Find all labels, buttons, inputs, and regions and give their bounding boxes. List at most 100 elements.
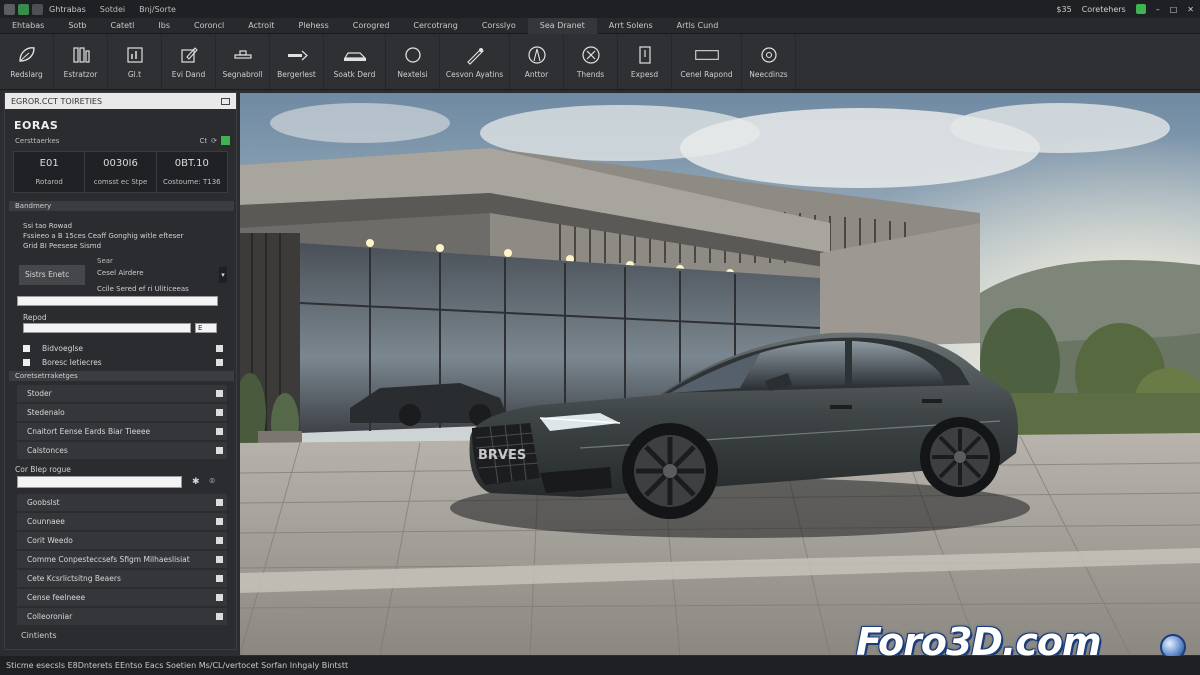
menu-item[interactable]: Sotb — [56, 18, 98, 34]
list-item-toggle-icon[interactable] — [216, 390, 223, 397]
stat-label: comsst ec Stpe — [93, 178, 148, 186]
tool-icon — [230, 44, 256, 66]
section-header[interactable]: Bandmery — [9, 201, 234, 211]
close-icon[interactable]: ✕ — [1187, 5, 1194, 14]
menu-item[interactable]: Coroncl — [182, 18, 236, 34]
list-item-toggle-icon[interactable] — [216, 518, 223, 525]
search-label: Cor Blep rogue — [15, 465, 71, 474]
tool-glt[interactable]: Gl.t — [108, 34, 162, 89]
check-row[interactable]: Boresc Ietiecres — [23, 355, 223, 369]
panel-maximize-icon[interactable] — [221, 97, 230, 105]
leaf-icon — [14, 44, 40, 66]
menu-item[interactable]: Ehtabas — [0, 18, 56, 34]
title-bar: Ghtrabas Sotdei Bnj/Sorte $35 Coretehers… — [0, 0, 1200, 18]
maximize-icon[interactable]: □ — [1170, 5, 1178, 14]
tool-evi-dand[interactable]: Evi Dand — [162, 34, 216, 89]
list-item-label: Cnaitort Eense Eards Biar Tieeee — [27, 427, 151, 436]
render-viewport[interactable]: BRVES — [240, 93, 1200, 655]
list-item-toggle-icon[interactable] — [216, 613, 223, 620]
tool-nextelsi[interactable]: Nextelsi — [386, 34, 440, 89]
tool-cesvon-ayatins[interactable]: Cesvon Ayatins — [440, 34, 510, 89]
check-label: Bidvoeglse — [42, 343, 83, 353]
tool-bergerlest[interactable]: Bergerlest — [270, 34, 324, 89]
list-item[interactable]: Counnaee — [17, 513, 227, 530]
tool-label: Gl.t — [127, 70, 142, 79]
menu-item[interactable]: Actroit — [236, 18, 286, 34]
list-item-toggle-icon[interactable] — [216, 499, 223, 506]
list-item[interactable]: Colleoroniar — [17, 608, 227, 625]
list-item-toggle-icon[interactable] — [216, 537, 223, 544]
tool-anttor[interactable]: Anttor — [510, 34, 564, 89]
tool-expesd[interactable]: Expesd — [618, 34, 672, 89]
list-item-toggle-icon[interactable] — [216, 556, 223, 563]
search-input[interactable] — [17, 476, 182, 488]
option-description: Sear Cesel Airdere Ccile Sered ef ri Uli… — [97, 255, 189, 295]
list-item-toggle-icon[interactable] — [216, 409, 223, 416]
reped-value-field[interactable]: E — [195, 323, 217, 333]
list-item[interactable]: Goobslst — [17, 494, 227, 511]
list-item[interactable]: Cete Kcsrlictsitng Beaers — [17, 570, 227, 587]
list-item[interactable]: Corit Weedo — [17, 532, 227, 549]
system-button[interactable]: Sistrs Enetc — [19, 265, 85, 285]
stat-label: Costoume: T136 — [163, 178, 221, 186]
name-input[interactable] — [17, 296, 218, 306]
title-menu-item[interactable]: Sotdei — [100, 5, 125, 14]
stat-cell: 0BT.10 Costoume: T136 — [157, 152, 227, 192]
checkbox[interactable] — [23, 358, 30, 366]
list-item-toggle-icon[interactable] — [216, 447, 223, 454]
sync-icon[interactable]: ⟳ — [211, 137, 217, 145]
list-item[interactable]: Cnaitort Eense Eards Biar Tieeee — [17, 423, 227, 440]
tool-soatk-derd[interactable]: Soatk Derd — [324, 34, 386, 89]
status-bar: Sticme esecsls E8Dnterets EEntso Eacs So… — [0, 656, 1200, 675]
panel-footer: Cintients — [21, 631, 57, 640]
menu-item[interactable]: Arrt Solens — [597, 18, 665, 34]
list-item[interactable]: Calstonces — [17, 442, 227, 459]
check-row[interactable]: Bidvoeglse — [23, 341, 223, 355]
tool-label: Nextelsi — [397, 70, 428, 79]
tool-cenel-rapond[interactable]: Cenel Rapond — [672, 34, 742, 89]
stat-cell: 0030I6 comsst ec Stpe — [85, 152, 157, 192]
list-item[interactable]: Comme Conpesteccsefs Sfigm Milhaeslisiat — [17, 551, 227, 568]
list-item-toggle-icon[interactable] — [216, 428, 223, 435]
list-item[interactable]: Cense feelneee — [17, 589, 227, 606]
menu-item[interactable]: Sea Dranet — [527, 17, 597, 34]
reped-input[interactable] — [23, 323, 191, 333]
menu-item[interactable]: Plehess — [286, 18, 340, 34]
menu-item[interactable]: Catetl — [99, 18, 147, 34]
option-square-icon[interactable] — [216, 358, 223, 366]
section-header[interactable]: Coretsetrraketges — [9, 371, 234, 381]
window-icon — [32, 3, 43, 15]
rect-icon — [694, 44, 720, 66]
list-item-label: Corit Weedo — [27, 536, 73, 545]
tool-label: Neecdinzs — [749, 70, 788, 79]
phone-icon — [632, 44, 658, 66]
tool-estratzor[interactable]: Estratzor — [54, 34, 108, 89]
list-item-toggle-icon[interactable] — [216, 575, 223, 582]
tool-neecdinzs[interactable]: Neecdinzs — [742, 34, 796, 89]
list-item-toggle-icon[interactable] — [216, 594, 223, 601]
tool-label: Evi Dand — [171, 70, 206, 79]
dropdown-arrow-icon[interactable]: ▾ — [219, 267, 227, 283]
pin-icon — [756, 44, 782, 66]
title-menu-item[interactable]: Bnj/Sorte — [139, 5, 176, 14]
option-square-icon[interactable] — [216, 344, 223, 352]
location-icon[interactable]: ⌾ — [210, 477, 215, 487]
tool-segnabroll[interactable]: Segnabroll — [216, 34, 270, 89]
menu-item[interactable]: Ibs — [146, 18, 182, 34]
menu-item[interactable]: Cercotrang — [401, 18, 469, 34]
list-item[interactable]: Stoder — [17, 385, 227, 402]
tool-redslarg[interactable]: Redslarg — [0, 34, 54, 89]
list-item[interactable]: Stedenalo — [17, 404, 227, 421]
compass-icon — [524, 44, 550, 66]
list-item-label: Comme Conpesteccsefs Sfigm Milhaeslisiat — [27, 555, 190, 564]
menu-item[interactable]: Corogred — [341, 18, 402, 34]
minimize-icon[interactable]: – — [1156, 5, 1160, 14]
list-item-label: Cense feelneee — [27, 593, 86, 602]
menu-item[interactable]: Artls Cund — [665, 18, 731, 34]
tool-label: Expesd — [630, 70, 659, 79]
asterisk-icon[interactable]: ✱ — [192, 477, 200, 487]
menu-item[interactable]: Corsslyo — [470, 18, 528, 34]
reped-label: Repod — [23, 313, 47, 322]
tool-thends[interactable]: Thends — [564, 34, 618, 89]
checkbox[interactable] — [23, 344, 30, 352]
